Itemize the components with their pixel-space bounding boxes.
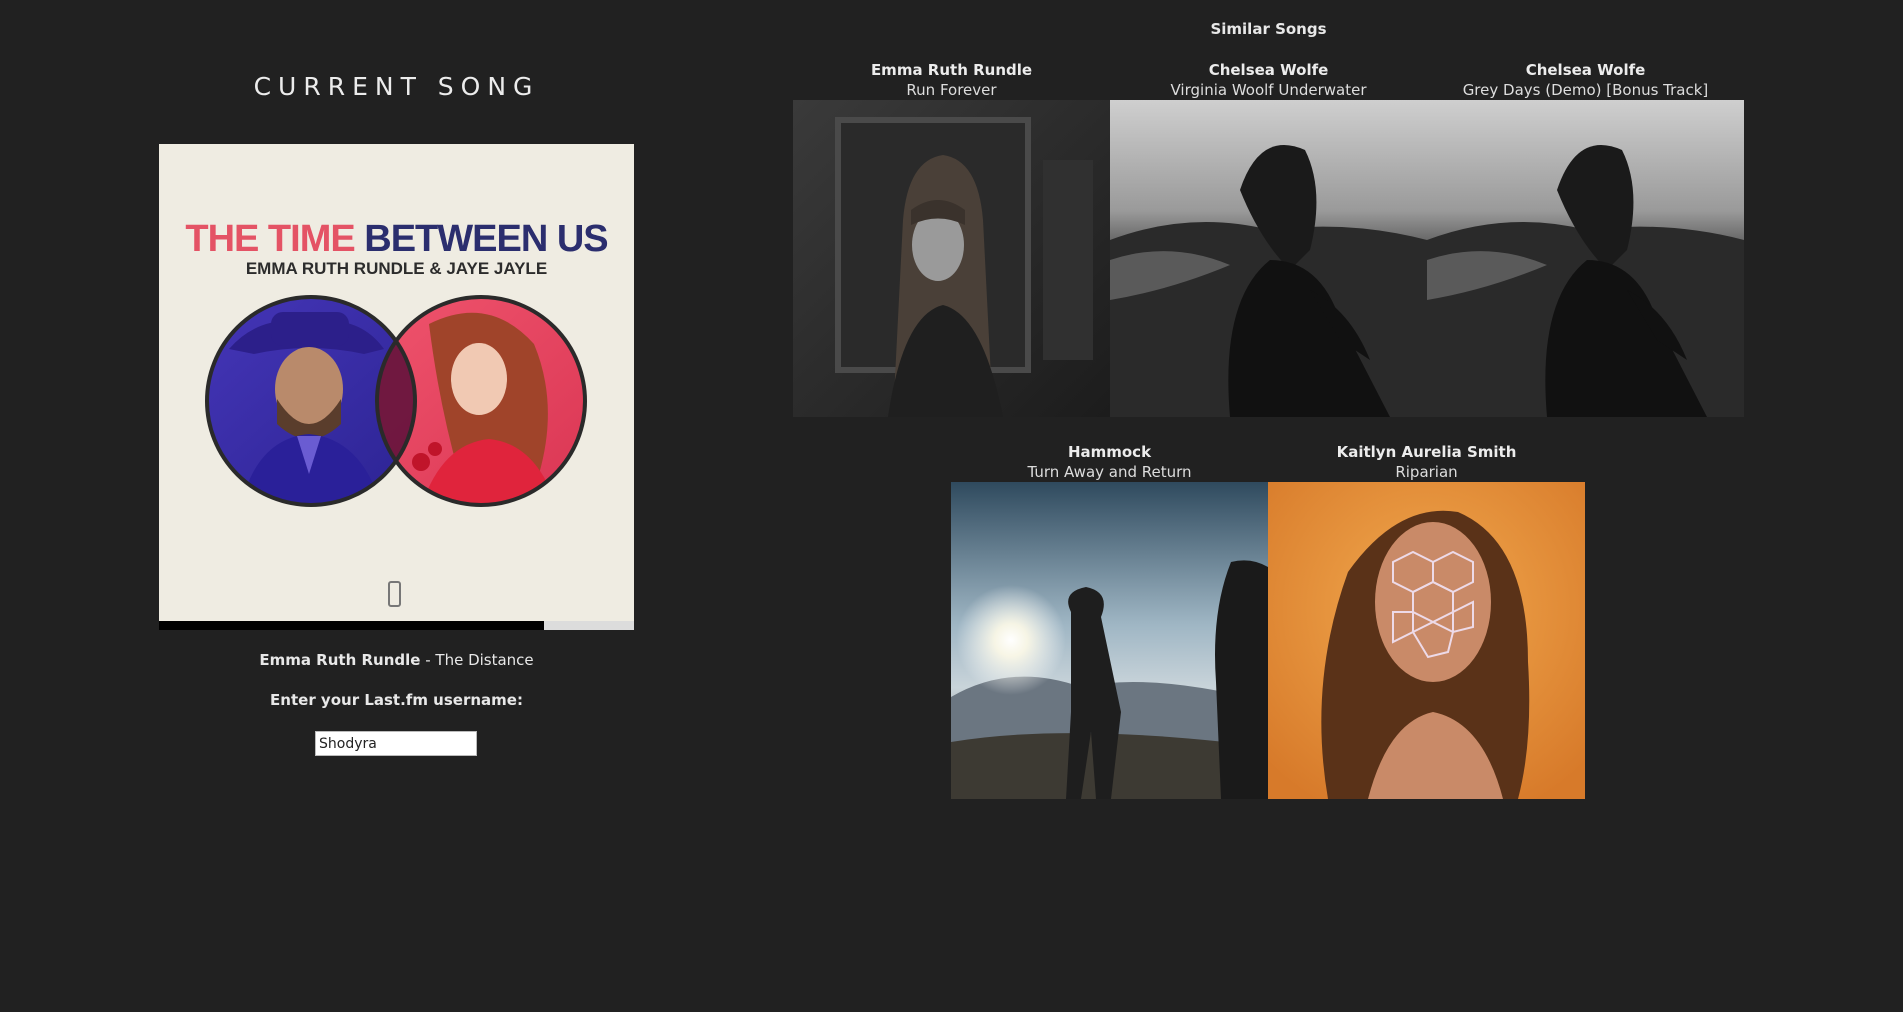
song-title: Grey Days (Demo) [Bonus Track] <box>1462 81 1709 99</box>
song-title: Turn Away and Return <box>1027 463 1192 481</box>
current-song-panel: CURRENT SONG THE TIME BETWEEN US EMMA RU… <box>0 0 793 1012</box>
song-artist: Chelsea Wolfe <box>1208 61 1329 79</box>
now-playing-track: The Distance <box>435 651 534 669</box>
similar-song-card[interactable]: Kaitlyn Aurelia Smith Riparian <box>1268 442 1585 799</box>
song-artist: Chelsea Wolfe <box>1525 61 1646 79</box>
song-artwork[interactable] <box>1110 100 1427 417</box>
similar-song-card[interactable]: Chelsea Wolfe Virginia Woolf Underwater <box>1110 60 1427 417</box>
song-title: Run Forever <box>906 81 997 99</box>
username-input[interactable] <box>315 731 477 756</box>
similar-song-card[interactable]: Emma Ruth Rundle Run Forever <box>793 60 1110 417</box>
similar-song-card[interactable]: Chelsea Wolfe Grey Days (Demo) [Bonus Tr… <box>1427 60 1744 417</box>
album-art-illustration <box>205 295 587 507</box>
song-artist: Emma Ruth Rundle <box>870 61 1033 79</box>
playback-progress-bar <box>159 621 634 630</box>
song-artist: Kaitlyn Aurelia Smith <box>1336 443 1517 461</box>
album-cover-artists: EMMA RUTH RUNDLE & JAYE JAYLE <box>245 259 548 278</box>
current-song-heading: CURRENT SONG <box>253 72 540 101</box>
similar-songs-heading: Similar Songs <box>1210 20 1327 38</box>
song-title: Virginia Woolf Underwater <box>1170 81 1367 99</box>
now-playing-separator: - <box>420 651 436 669</box>
song-artwork[interactable] <box>951 482 1268 799</box>
playback-progress-fill <box>159 621 544 630</box>
username-label: Enter your Last.fm username: <box>270 691 523 709</box>
song-artwork[interactable] <box>793 100 1110 417</box>
album-cover-title: THE TIME BETWEEN US <box>185 218 608 260</box>
song-artwork[interactable] <box>1427 100 1744 417</box>
current-album-art: THE TIME BETWEEN US EMMA RUTH RUNDLE & J… <box>159 144 634 621</box>
song-title: Riparian <box>1395 463 1458 481</box>
song-artist: Hammock <box>1067 443 1152 461</box>
similar-song-card[interactable]: Hammock Turn Away and Return <box>951 442 1268 799</box>
now-playing-text: Emma Ruth Rundle - The Distance <box>0 651 793 669</box>
record-label-logo <box>388 581 401 607</box>
song-artwork[interactable] <box>1268 482 1585 799</box>
now-playing-artist: Emma Ruth Rundle <box>259 651 421 669</box>
